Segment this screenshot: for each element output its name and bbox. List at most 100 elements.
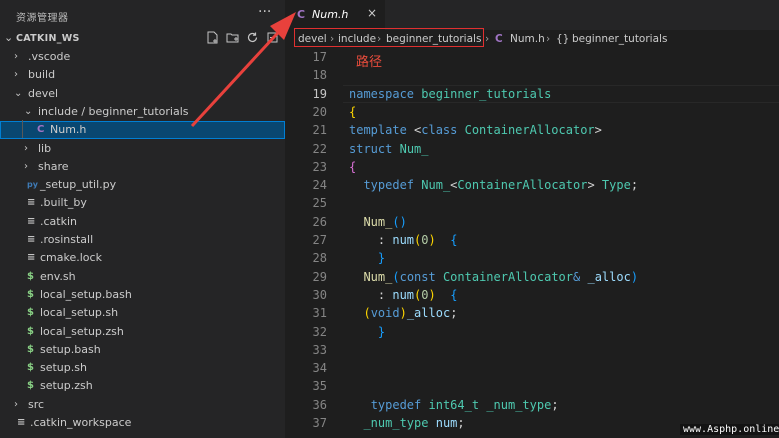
line-number: 33 [312, 342, 327, 357]
line-number: 25 [312, 196, 327, 211]
chevron-down-icon[interactable]: ⌄ [14, 85, 22, 103]
tab-num-h[interactable]: C Num.h × [285, 0, 385, 30]
tree-item-label: build [28, 68, 56, 82]
tree-item[interactable]: › .vscode [0, 48, 285, 66]
chevron-down-icon[interactable]: ⌄ [4, 31, 13, 44]
code-line: typedef Num_<ContainerAllocator> Type; [363, 178, 639, 192]
chevron-down-icon[interactable]: ⌄ [24, 103, 32, 121]
tree-item-label: setup.sh [40, 361, 87, 375]
tree-item-label: .rosinstall [40, 233, 94, 246]
code-line: Num_() [363, 215, 407, 229]
code-line: namespace beginner_tutorials [349, 87, 552, 101]
sh-file-icon: $ [27, 288, 34, 300]
new-folder-icon[interactable] [225, 31, 240, 46]
chevron-right-icon[interactable]: › [24, 158, 28, 176]
sh-file-icon: $ [27, 362, 34, 374]
text-file-icon: ≡ [17, 417, 26, 428]
tree-item[interactable]: $ setup.bash [0, 341, 285, 359]
explorer-title: 资源管理器 [16, 13, 69, 24]
chevron-right-icon[interactable]: › [14, 66, 18, 84]
workspace-header[interactable]: ⌄ CATKIN_WS [0, 30, 285, 48]
tree-item[interactable]: ≡ .catkin_workspace [0, 414, 285, 432]
line-number: 36 [312, 397, 327, 412]
chevron-right-icon: › [546, 33, 551, 45]
new-file-icon[interactable] [205, 31, 220, 46]
watermark: www.Asphp.online [680, 424, 779, 435]
code-line: (void)_alloc; [363, 306, 458, 320]
line-number: 30 [312, 287, 327, 302]
sh-file-icon: $ [27, 270, 34, 282]
tree-item[interactable]: $ local_setup.zsh [0, 323, 285, 341]
line-number: 29 [312, 269, 327, 284]
code-line: struct Num_ [349, 142, 429, 156]
tree-item[interactable]: $ setup.zsh [0, 377, 285, 395]
path-annotation: 路径 [356, 55, 383, 70]
sh-file-icon: $ [27, 380, 34, 392]
tree-item[interactable]: › src [0, 396, 285, 414]
sh-file-icon: $ [27, 307, 34, 319]
tree-item[interactable]: ≡ .catkin [0, 213, 285, 231]
tree-item[interactable]: › share [0, 158, 285, 176]
path-highlight-box [294, 28, 484, 47]
line-number: 32 [312, 324, 327, 339]
chevron-right-icon: › [485, 33, 490, 45]
namespace-icon: {} [556, 33, 570, 45]
tree-item[interactable]: › lib [0, 140, 285, 158]
code-line: { [349, 160, 357, 174]
tree-item[interactable]: $ local_setup.sh [0, 304, 285, 322]
chevron-right-icon[interactable]: › [24, 140, 28, 158]
tree-item[interactable]: $ setup.sh [0, 359, 285, 377]
line-number: 37 [312, 416, 327, 430]
c-file-icon: C [297, 8, 306, 21]
tree-item-label: env.sh [40, 269, 76, 283]
tree-item[interactable]: py _setup_util.py [0, 176, 285, 194]
tree-item[interactable]: ⌄ devel [0, 85, 285, 103]
line-number: 31 [312, 306, 327, 321]
chevron-right-icon[interactable]: › [14, 396, 18, 414]
collapse-all-icon[interactable] [265, 31, 280, 46]
tree-item[interactable]: ≡ .built_by [0, 194, 285, 212]
line-number: 19 [312, 86, 327, 101]
more-actions-icon[interactable]: ··· [258, 4, 271, 20]
code-line: } [377, 325, 386, 339]
tree-item-label: Num.h [50, 123, 87, 137]
tree-item-label: devel [28, 86, 59, 100]
tree-item-label: setup.bash [40, 342, 101, 356]
tree-item[interactable]: ≡ cmake.lock [0, 249, 285, 267]
tab-bar: C Num.h × [285, 0, 779, 30]
tree-item-label: .vscode [28, 50, 71, 63]
refresh-icon[interactable] [245, 31, 260, 46]
tree-item[interactable]: ≡ .rosinstall [0, 231, 285, 249]
line-number: 24 [312, 178, 327, 193]
tree-item-label: src [28, 397, 45, 411]
breadcrumb-item-symbol[interactable]: beginner_tutorials [572, 30, 667, 48]
workspace-name: CATKIN_WS [16, 33, 80, 44]
code-line: { [349, 105, 357, 119]
line-number: 21 [312, 123, 327, 138]
code-line: _num_type num; [363, 416, 465, 430]
tree-item[interactable]: ⌄ include / beginner_tutorials [0, 103, 285, 121]
tree-item-label: share [38, 159, 69, 173]
tree-item[interactable]: C Num.h [0, 121, 285, 140]
line-number: 26 [312, 214, 327, 229]
chevron-right-icon[interactable]: › [14, 48, 18, 66]
tree-item-label: .built_by [40, 196, 87, 210]
close-icon[interactable]: × [367, 6, 377, 20]
code-line: template <class ContainerAllocator> [349, 123, 602, 137]
code-line: : num(0) { [349, 233, 458, 247]
tree-item[interactable]: $ env.sh [0, 268, 285, 286]
line-number: 34 [312, 361, 327, 376]
tree-item[interactable]: $ local_setup.bash [0, 286, 285, 304]
line-number: 17 [312, 50, 327, 64]
breadcrumb-item-file[interactable]: Num.h [510, 30, 545, 48]
editor-area: C Num.h × devel › include › beginner_tut… [285, 0, 779, 438]
line-number: 27 [312, 233, 327, 247]
tree-item[interactable]: › build [0, 66, 285, 84]
text-file-icon: ≡ [27, 197, 36, 209]
explorer-sidebar: 资源管理器 ··· ⌄ CATKIN_WS › .vscode › build ⌄ d [0, 0, 285, 438]
line-number: 18 [312, 68, 327, 83]
vscode-window: 资源管理器 ··· ⌄ CATKIN_WS › .vscode › build ⌄ d [0, 0, 779, 438]
text-file-icon: ≡ [27, 215, 36, 227]
tree-item-label: local_setup.sh [40, 306, 119, 320]
tree-item-label: _setup_util.py [40, 178, 117, 192]
